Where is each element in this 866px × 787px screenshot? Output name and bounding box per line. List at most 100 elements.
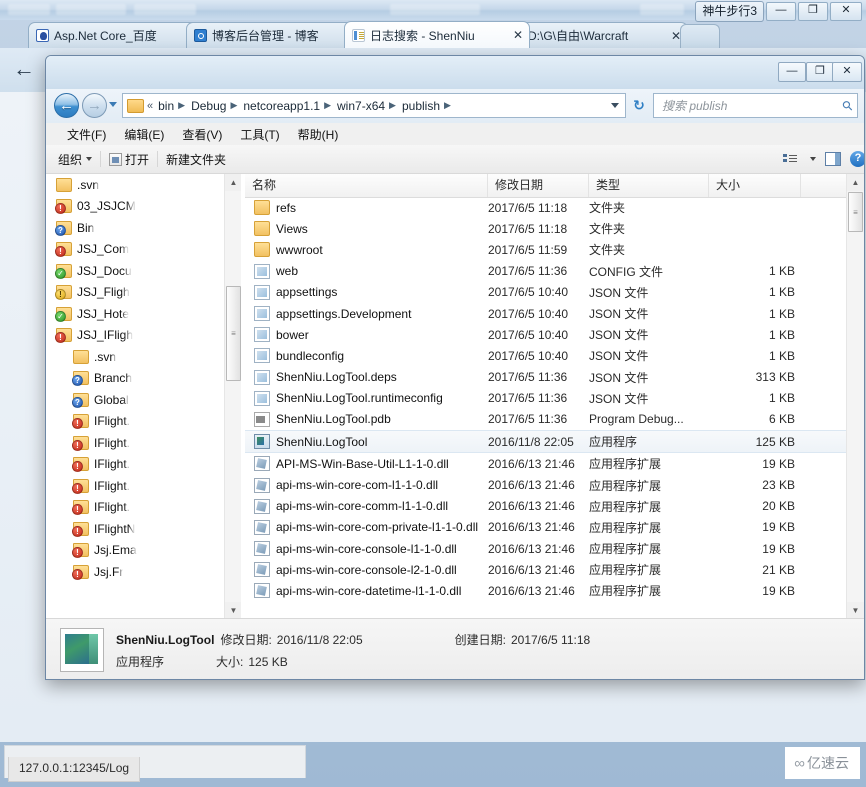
explorer-titlebar[interactable]: — ❐ ✕	[46, 56, 864, 89]
file-row[interactable]: web 2017/6/5 11:36 CONFIG 文件 1 KB	[245, 261, 846, 282]
explorer-minimize-button[interactable]: —	[778, 62, 806, 82]
new-folder-button[interactable]: 新建文件夹	[166, 151, 226, 168]
breadcrumb-item[interactable]: win7-x64 ▶	[334, 99, 399, 113]
file-row-selected[interactable]: ShenNiu.LogTool 2016/11/8 22:05 应用程序 125 KB	[245, 430, 846, 454]
preview-pane-icon[interactable]	[825, 152, 841, 166]
file-row[interactable]: bundleconfig 2017/6/5 10:40 JSON 文件 1 KB	[245, 345, 846, 366]
scroll-up-icon[interactable]: ▲	[847, 174, 864, 191]
file-list-scrollbar[interactable]: ▲ ≡ ▼	[846, 174, 864, 619]
file-row[interactable]: api-ms-win-core-console-l2-1-0.dll 2016/6…	[245, 559, 846, 580]
nav-tree-item[interactable]: .svn	[46, 174, 224, 196]
file-row[interactable]: bower 2017/6/5 10:40 JSON 文件 1 KB	[245, 324, 846, 345]
breadcrumb-separator-icon: ▶	[444, 100, 451, 110]
browser-close-button[interactable]: ✕	[830, 2, 862, 21]
browser-back-icon[interactable]: ←	[10, 56, 38, 84]
browser-status-bar: 127.0.0.1:12345/Log	[8, 757, 141, 782]
open-button[interactable]: 打开	[109, 151, 149, 168]
file-row[interactable]: appsettings 2017/6/5 10:40 JSON 文件 1 KB	[245, 282, 846, 303]
nav-forward-button[interactable]: →	[82, 93, 107, 118]
browser-tab-active[interactable]: 日志搜索 - ShenNiu ✕	[344, 21, 530, 48]
file-date-cell: 2016/11/8 22:05	[488, 434, 574, 449]
file-row[interactable]: ShenNiu.LogTool.runtimeconfig 2017/6/5 11…	[245, 388, 846, 409]
breadcrumb[interactable]: « bin ▶ Debug ▶ netcoreapp1.1 ▶ win7-x64…	[122, 93, 626, 118]
help-icon[interactable]: ?	[850, 151, 864, 167]
file-row[interactable]: refs 2017/6/5 11:18 文件夹	[245, 197, 846, 218]
breadcrumb-item[interactable]: Debug ▶	[188, 99, 240, 113]
breadcrumb-dropdown-icon[interactable]	[611, 103, 619, 108]
menu-help[interactable]: 帮助(H)	[289, 125, 348, 144]
column-header-size[interactable]: 大小	[709, 174, 801, 197]
details-line-1: ShenNiu.LogTool 修改日期: 2016/11/8 22:05 创建…	[116, 631, 590, 648]
file-row[interactable]: api-ms-win-core-com-private-l1-1-0.dll 20…	[245, 517, 846, 538]
scroll-down-icon[interactable]: ▼	[225, 602, 242, 619]
explorer-maximize-button[interactable]: ❐	[806, 62, 834, 82]
file-row[interactable]: ShenNiu.LogTool.pdb 2017/6/5 11:36 Program…	[245, 409, 846, 430]
file-row[interactable]: wwwroot 2017/6/5 11:59 文件夹	[245, 239, 846, 260]
menu-edit[interactable]: 编辑(E)	[115, 125, 173, 144]
column-header-type[interactable]: 类型	[589, 174, 709, 197]
nav-tree-item[interactable]: .svn	[46, 346, 224, 368]
recent-pages-chevron-icon[interactable]	[109, 102, 117, 107]
nav-back-button[interactable]: ←	[54, 93, 79, 118]
nav-tree-item[interactable]: ! JSJ_IFligh	[46, 325, 224, 347]
nav-tree-item[interactable]: ! 03_JSJCM	[46, 196, 224, 218]
file-name-cell: ShenNiu.LogTool.deps	[245, 369, 488, 385]
file-row[interactable]: ShenNiu.LogTool.deps 2017/6/5 11:36 JSON 文…	[245, 367, 846, 388]
nav-tree-item[interactable]: ? Bin	[46, 217, 224, 239]
file-row[interactable]: api-ms-win-core-comm-l1-1-0.dll 2016/6/13…	[245, 496, 846, 517]
scrollbar-thumb[interactable]: ≡	[848, 192, 863, 232]
nav-tree-item[interactable]: ! IFlight.	[46, 432, 224, 454]
folder-icon: !	[55, 285, 72, 301]
nav-tree-item[interactable]: ✓ JSJ_Hote	[46, 303, 224, 325]
titlebar-ghost	[56, 4, 126, 15]
column-header-name[interactable]: 名称	[245, 174, 488, 197]
nav-tree-item[interactable]: ! IFlight.	[46, 475, 224, 497]
browser-minimize-button[interactable]: —	[766, 2, 796, 21]
breadcrumb-item[interactable]: publish ▶	[399, 99, 454, 113]
breadcrumb-overflow-icon[interactable]: «	[147, 100, 153, 112]
file-row[interactable]: api-ms-win-core-console-l1-1-0.dll 2016/6…	[245, 538, 846, 559]
refresh-button[interactable]: ↻	[630, 97, 648, 115]
view-layout-icon[interactable]	[783, 153, 797, 165]
file-row[interactable]: api-ms-win-core-datetime-l1-1-0.dll 2016/…	[245, 580, 846, 601]
file-row[interactable]: Views 2017/6/5 11:18 文件夹	[245, 218, 846, 239]
nav-tree-item[interactable]: ! IFlight.	[46, 497, 224, 519]
nav-tree-item[interactable]: ! IFlightN	[46, 518, 224, 540]
nav-tree-item[interactable]: ! Jsj.Ema	[46, 540, 224, 562]
menu-file[interactable]: 文件(F)	[58, 125, 115, 144]
file-row[interactable]: api-ms-win-core-com-l1-1-0.dll 2016/6/13 …	[245, 474, 846, 495]
nav-tree-item[interactable]: ! IFlight.	[46, 411, 224, 433]
status-overlay-icon: !	[72, 418, 83, 430]
nav-tree-item[interactable]: ! Jsj.Fr	[46, 561, 224, 583]
chevron-down-icon[interactable]	[810, 157, 816, 161]
file-name-label: appsettings	[276, 285, 338, 300]
scrollbar-thumb[interactable]: ≡	[226, 286, 241, 381]
nav-tree-item[interactable]: ! IFlight.	[46, 454, 224, 476]
breadcrumb-item[interactable]: bin ▶	[155, 99, 188, 113]
navigation-pane-scrollbar[interactable]: ▲ ≡ ▼	[224, 174, 242, 619]
scroll-down-icon[interactable]: ▼	[847, 602, 864, 619]
folder-icon: !	[55, 242, 72, 258]
nav-tree-item[interactable]: ? Branch	[46, 368, 224, 390]
nav-tree-item[interactable]: ✓ JSJ_Docu	[46, 260, 224, 282]
nav-tree-item[interactable]: ? Global	[46, 389, 224, 411]
menu-view[interactable]: 查看(V)	[173, 125, 231, 144]
file-date-cell: 2017/6/5 11:18	[488, 200, 568, 215]
scroll-up-icon[interactable]: ▲	[225, 174, 242, 191]
folder-icon	[254, 242, 270, 258]
file-size-cell: 125 KB	[755, 434, 795, 449]
menu-tools[interactable]: 工具(T)	[231, 125, 288, 144]
file-row[interactable]: API-MS-Win-Base-Util-L1-1-0.dll 2016/6/13…	[245, 453, 846, 474]
breadcrumb-item[interactable]: netcoreapp1.1 ▶	[240, 99, 334, 113]
explorer-close-button[interactable]: ✕	[832, 62, 862, 82]
file-row[interactable]: appsettings.Development 2017/6/5 10:40 JSO…	[245, 303, 846, 324]
search-input[interactable]: 搜索 publish ⚲	[653, 93, 858, 118]
nav-tree-item[interactable]: ! JSJ_Com	[46, 239, 224, 261]
organize-button[interactable]: 组织	[58, 151, 93, 168]
status-overlay-icon: !	[72, 568, 83, 580]
browser-maximize-button[interactable]: ❐	[798, 2, 828, 21]
new-tab-button[interactable]	[680, 24, 720, 48]
tab-close-icon[interactable]: ✕	[511, 28, 525, 42]
column-header-date[interactable]: 修改日期	[488, 174, 589, 197]
nav-tree-item[interactable]: ! JSJ_Fligh	[46, 282, 224, 304]
